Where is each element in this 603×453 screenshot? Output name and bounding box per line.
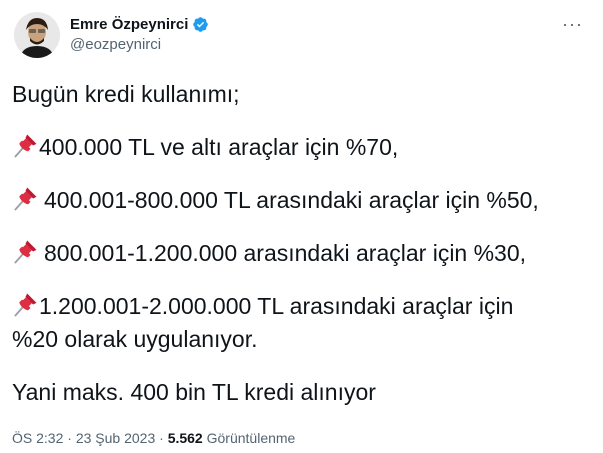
verified-badge-icon bbox=[192, 16, 209, 33]
tweet-line: 1.200.001-2.000.000 TL arasındaki araçla… bbox=[12, 290, 592, 323]
views-label: Görüntülenme bbox=[202, 430, 296, 446]
pushpin-icon bbox=[14, 134, 37, 158]
author-name-row: Emre Özpeynirci bbox=[70, 14, 209, 34]
tweet-line-text: 400.000 TL ve altı araçlar için %70, bbox=[39, 134, 399, 160]
meta-separator: · bbox=[155, 430, 168, 446]
pushpin-icon bbox=[14, 240, 37, 264]
meta-separator: · bbox=[63, 430, 76, 446]
tweet-meta: ÖS 2:32 · 23 Şub 2023 · 5.562 Görüntülen… bbox=[12, 430, 295, 446]
tweet-line: 400.001-800.000 TL arasındaki araçlar iç… bbox=[12, 184, 592, 217]
author-handle[interactable]: @eozpeynirci bbox=[70, 36, 161, 53]
views-count: 5.562 bbox=[167, 430, 203, 446]
tweet-date[interactable]: 23 Şub 2023 bbox=[76, 430, 155, 446]
avatar[interactable] bbox=[14, 12, 60, 58]
author-display-name[interactable]: Emre Özpeynirci bbox=[70, 16, 188, 33]
tweet-line: 800.001-1.200.000 arasındaki araçlar içi… bbox=[12, 237, 592, 270]
tweet-line: 400.000 TL ve altı araçlar için %70, bbox=[12, 131, 592, 164]
tweet-line-text: 1.200.001-2.000.000 TL arasındaki araçla… bbox=[39, 293, 514, 319]
tweet-time[interactable]: ÖS 2:32 bbox=[12, 430, 63, 446]
more-options-icon[interactable]: ··· bbox=[562, 14, 583, 34]
tweet-line: Bugün kredi kullanımı; bbox=[12, 81, 240, 107]
tweet-line: Yani maks. 400 bin TL kredi alınıyor bbox=[12, 379, 376, 405]
pushpin-icon bbox=[14, 293, 37, 317]
tweet-line-text: 400.001-800.000 TL arasındaki araçlar iç… bbox=[44, 187, 539, 213]
tweet-text: Bugün kredi kullanımı; 400.000 TL ve alt… bbox=[12, 78, 592, 409]
tweet-line-text: 800.001-1.200.000 arasındaki araçlar içi… bbox=[44, 240, 527, 266]
tweet-line: %20 olarak uygulanıyor. bbox=[12, 326, 258, 352]
pushpin-icon bbox=[14, 187, 37, 211]
